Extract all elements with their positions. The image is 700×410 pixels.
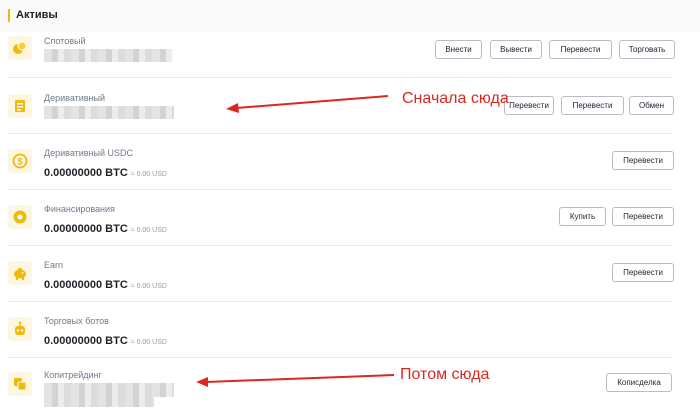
annotation-second: Потом сюда xyxy=(400,366,490,383)
annotation-arrows xyxy=(196,95,395,387)
annotation-first: Сначала сюда xyxy=(402,90,509,107)
